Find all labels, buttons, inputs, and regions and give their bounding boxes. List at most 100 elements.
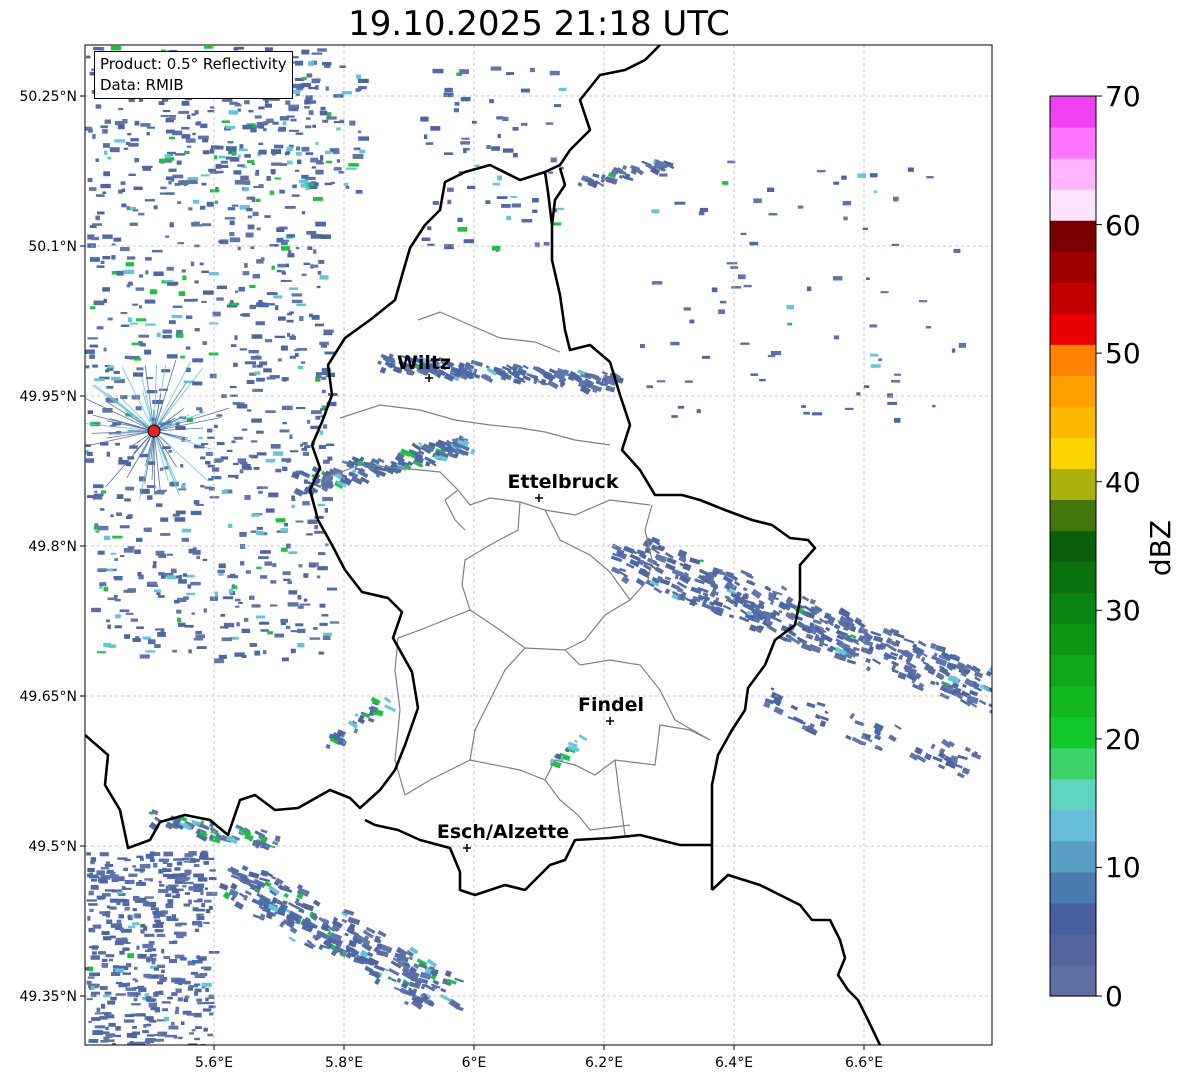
echo-cell <box>285 263 290 268</box>
echo-cell <box>108 1022 116 1027</box>
echo-cell <box>194 328 200 332</box>
echo-cell <box>926 176 934 179</box>
echo-cell <box>181 1021 185 1025</box>
echo-cell <box>958 342 966 348</box>
echo-cell <box>85 458 95 463</box>
echo-cell <box>295 247 300 250</box>
echo-cell <box>152 399 163 405</box>
echo-cell <box>172 649 177 653</box>
echo-cell <box>305 125 312 129</box>
echo-cell <box>249 304 256 310</box>
longitude-ticks: 5.6°E 5.8°E 6°E 6.2°E 6.4°E 6.6°E <box>195 1045 883 1071</box>
echo-cell <box>124 858 131 862</box>
echo-cell <box>182 857 190 860</box>
echo-cell <box>172 305 183 308</box>
colorbar-tick-label: 40 <box>1105 466 1141 499</box>
echo-cell <box>251 418 262 423</box>
country-borders <box>85 45 882 1045</box>
echo-cell <box>497 134 501 138</box>
echo-cell <box>313 249 317 254</box>
echo-cell <box>258 556 269 560</box>
echo-cell <box>339 65 346 68</box>
echo-cell <box>220 160 228 164</box>
echo-cell <box>288 590 298 595</box>
echo-cell <box>154 967 159 971</box>
echo-cell <box>233 436 243 440</box>
echo-cell <box>846 659 857 665</box>
echo-cell <box>377 930 387 938</box>
echo-cell <box>166 266 174 271</box>
echo-cell <box>247 160 255 163</box>
colorbar-cell <box>1050 375 1096 407</box>
echo-cell <box>550 157 557 163</box>
echo-cell <box>133 895 140 901</box>
echo-cell <box>301 447 308 451</box>
echo-cell <box>239 144 244 149</box>
echo-cell <box>190 510 202 515</box>
echo-cell <box>92 484 104 489</box>
echo-cell <box>233 170 242 175</box>
echo-cell <box>209 373 217 379</box>
echo-cell <box>322 234 331 239</box>
echo-cell <box>217 569 225 573</box>
echo-cell <box>142 1030 149 1034</box>
echo-cell <box>549 70 560 76</box>
echo-cell <box>131 922 140 926</box>
echo-cell <box>894 373 901 376</box>
echo-cell <box>218 654 227 659</box>
echo-cell <box>288 106 299 112</box>
echo-cell <box>221 490 228 494</box>
echo-cell <box>156 503 163 507</box>
echo-cell <box>250 246 255 250</box>
echo-cell <box>326 160 332 164</box>
echo-cell <box>170 482 174 487</box>
echo-cell <box>107 317 113 321</box>
echo-cell <box>521 122 528 126</box>
echo-cell <box>237 246 241 251</box>
colorbar-scale <box>1050 96 1096 997</box>
echo-cell <box>86 899 97 902</box>
echo-cell <box>158 553 167 558</box>
echo-cell <box>307 61 314 66</box>
echo-cell <box>88 1020 92 1023</box>
colorbar-tick-label: 50 <box>1105 337 1141 370</box>
echo-cell <box>183 998 189 1002</box>
echo-cell <box>280 528 289 532</box>
echo-cell <box>259 621 270 625</box>
echo-cell <box>234 104 242 107</box>
echo-cell <box>124 906 130 911</box>
echo-cell <box>297 605 304 609</box>
echo-cell <box>274 835 281 843</box>
echo-cell <box>315 221 326 227</box>
colorbar-cell <box>1050 654 1096 687</box>
echo-cell <box>359 149 366 154</box>
product-label: Product: 0.5° Reflectivity <box>100 55 287 73</box>
echo-cell <box>174 599 180 604</box>
echo-cell <box>92 951 97 955</box>
echo-cell <box>558 87 567 92</box>
echo-cell <box>112 965 120 969</box>
echo-cell <box>186 1013 197 1016</box>
echo-cell <box>109 906 117 910</box>
echo-cell <box>578 734 588 742</box>
echo-cell <box>136 537 143 542</box>
echo-cell <box>138 212 145 216</box>
echo-cell <box>254 172 259 176</box>
echo-cell <box>197 1002 206 1005</box>
echo-cell <box>454 102 460 106</box>
echo-cell <box>218 563 226 569</box>
echo-cell <box>140 929 145 934</box>
echo-cell <box>214 155 218 160</box>
echo-cell <box>172 513 180 517</box>
echo-cell <box>269 190 275 195</box>
echo-cell <box>258 149 267 155</box>
echo-cell <box>194 983 201 986</box>
lat-tick-label: 49.5°N <box>28 839 77 855</box>
echo-cell <box>204 887 208 890</box>
colorbar-cell <box>1050 251 1096 283</box>
lat-tick-label: 49.65°N <box>19 689 77 705</box>
echo-cell <box>738 274 746 280</box>
city-label: Wiltz <box>397 352 451 374</box>
echo-cell <box>196 121 202 124</box>
echo-cell <box>181 484 186 489</box>
